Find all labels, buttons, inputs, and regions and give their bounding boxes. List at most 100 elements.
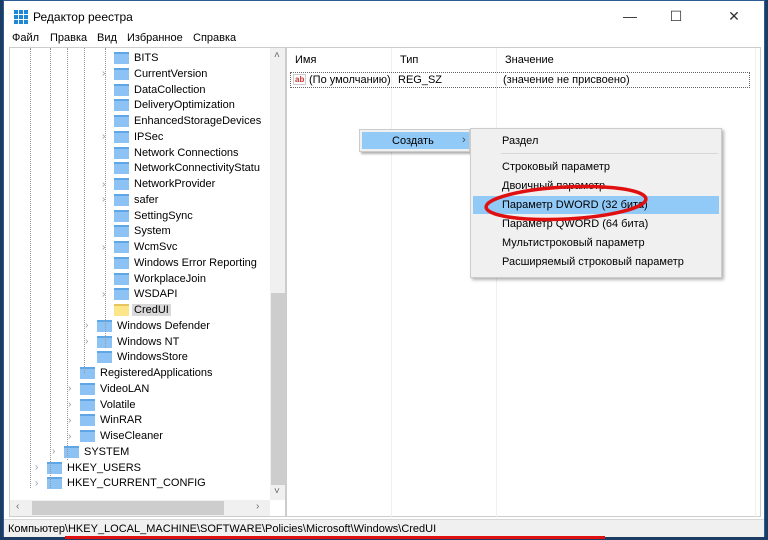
expand-chevron-icon[interactable]: › <box>68 415 76 426</box>
expand-chevron-icon[interactable]: › <box>68 383 76 394</box>
expand-chevron-icon[interactable]: › <box>85 336 93 347</box>
tree-item-label: safer <box>134 193 159 206</box>
tree-item-label: CurrentVersion <box>134 67 208 80</box>
tree-item[interactable]: WorkplaceJoin <box>114 271 208 287</box>
menu-favorites[interactable]: Избранное <box>127 32 183 44</box>
tree-item[interactable]: Network Connections <box>114 145 241 161</box>
tree-item[interactable]: › VideoLAN <box>68 381 151 397</box>
expand-chevron-icon[interactable]: › <box>102 242 110 253</box>
tree-item[interactable]: EnhancedStorageDevices <box>114 113 263 129</box>
tree-item[interactable]: DeliveryOptimization <box>114 97 237 113</box>
tree-item[interactable]: NetworkConnectivityStatu <box>114 160 262 176</box>
menu-item-create[interactable]: Создать › <box>362 132 469 149</box>
submenu-key[interactable]: Раздел <box>473 132 719 150</box>
expand-chevron-icon[interactable]: › <box>102 68 110 79</box>
close-button[interactable]: ✕ <box>712 5 756 27</box>
folder-icon <box>80 430 95 442</box>
title-bar: Редактор реестра — ☐ ✕ <box>4 1 764 31</box>
tree-item[interactable]: › Windows NT <box>85 334 181 350</box>
value-row-default[interactable]: ab (По умолчанию) REG_SZ (значение не пр… <box>290 72 750 88</box>
column-type[interactable]: Тип <box>400 54 418 66</box>
tree-item[interactable]: › Windows Defender <box>85 318 212 334</box>
maximize-button[interactable]: ☐ <box>654 5 698 27</box>
folder-icon <box>114 193 129 206</box>
scroll-up-icon[interactable]: ˄ <box>274 50 280 61</box>
annotation-red-underline <box>65 536 605 539</box>
tree-item[interactable]: › WSDAPI <box>102 286 179 302</box>
submenu-string-value[interactable]: Строковый параметр <box>473 158 719 176</box>
scroll-right-icon[interactable]: › <box>256 501 259 512</box>
tree-item-label: HKEY_CURRENT_CONFIG <box>67 477 206 490</box>
tree-item[interactable]: › IPSec <box>102 129 165 145</box>
expand-chevron-icon[interactable]: › <box>102 179 110 190</box>
tree-item-label: WinRAR <box>100 414 143 427</box>
scroll-left-icon[interactable]: ‹ <box>16 501 19 512</box>
registry-tree[interactable]: › HKEY_CURRENT_CONFIG › HKEY_USERS › SYSTEM › W… <box>9 47 286 517</box>
folder-icon <box>114 304 129 316</box>
tree-item-label: VideoLAN <box>100 382 150 395</box>
folder-icon <box>114 115 129 127</box>
expand-chevron-icon[interactable]: › <box>102 131 110 142</box>
tree-item-label: RegisteredApplications <box>100 367 213 379</box>
hscroll-thumb[interactable] <box>32 501 224 515</box>
tree-item[interactable]: WindowsStore <box>97 349 190 365</box>
tree-item[interactable]: SettingSync <box>114 208 195 224</box>
tree-vertical-scrollbar[interactable]: ˄ ˅ <box>270 48 285 500</box>
expand-chevron-icon[interactable]: › <box>102 289 110 300</box>
tree-item-label: Volatile <box>100 398 136 411</box>
tree-horizontal-scrollbar[interactable]: ‹ › <box>10 500 270 516</box>
tree-item[interactable]: › safer <box>102 192 160 208</box>
minimize-button[interactable]: — <box>608 5 652 27</box>
expand-chevron-icon[interactable]: › <box>68 399 76 410</box>
expand-chevron-icon[interactable]: › <box>35 478 43 489</box>
tree-item[interactable]: › CurrentVersion <box>102 66 209 82</box>
expand-chevron-icon[interactable]: › <box>102 194 110 205</box>
expand-chevron-icon[interactable]: › <box>52 446 60 457</box>
folder-icon <box>114 130 129 143</box>
tree-item[interactable]: Windows Error Reporting <box>114 255 259 271</box>
expand-chevron-icon[interactable]: › <box>35 462 43 473</box>
tree-item[interactable]: DataCollection <box>114 82 208 98</box>
tree-item[interactable]: › WcmSvc <box>102 239 179 255</box>
tree-item-label: WindowsStore <box>117 351 188 364</box>
tree-item-label: System <box>134 225 171 238</box>
folder-icon <box>114 67 129 80</box>
tree-item[interactable]: CredUI <box>114 302 171 318</box>
folder-icon <box>114 83 129 96</box>
submenu-expandable-string-value[interactable]: Расширяемый строковый параметр <box>473 253 719 271</box>
regedit-icon <box>14 10 28 24</box>
menu-bar: Файл Правка Вид Избранное Справка <box>4 31 764 47</box>
folder-icon <box>114 225 129 238</box>
scroll-thumb[interactable] <box>271 293 285 485</box>
tree-item[interactable]: › HKEY_USERS <box>35 460 143 476</box>
folder-icon <box>80 398 95 411</box>
tree-item[interactable]: RegisteredApplications <box>80 365 215 381</box>
tree-item[interactable]: BITS <box>114 50 160 66</box>
tree-item[interactable]: › WinRAR <box>68 412 144 428</box>
value-data: (значение не присвоено) <box>503 74 630 86</box>
tree-item-label: BITS <box>134 52 159 64</box>
expand-chevron-icon[interactable]: › <box>68 431 76 442</box>
status-bar-path: Компьютер\HKEY_LOCAL_MACHINE\SOFTWARE\Po… <box>4 519 764 537</box>
submenu-multistring-value[interactable]: Мультистроковый параметр <box>473 234 719 252</box>
expand-chevron-icon[interactable]: › <box>85 320 93 331</box>
column-name[interactable]: Имя <box>295 54 316 66</box>
folder-icon <box>114 288 129 301</box>
tree-item[interactable]: › WiseCleaner <box>68 428 165 444</box>
column-value[interactable]: Значение <box>505 54 554 66</box>
folder-icon <box>114 256 129 269</box>
tree-item[interactable]: › SYSTEM <box>52 444 131 460</box>
tree-item-label: NetworkProvider <box>134 178 216 190</box>
tree-item[interactable]: System <box>114 223 173 239</box>
tree-item[interactable]: › HKEY_CURRENT_CONFIG <box>35 475 208 491</box>
menu-file[interactable]: Файл <box>12 32 39 44</box>
tree-item[interactable]: › NetworkProvider <box>102 176 217 192</box>
scroll-down-icon[interactable]: ˅ <box>274 486 280 497</box>
menu-help[interactable]: Справка <box>193 32 236 44</box>
tree-item-label: WorkplaceJoin <box>134 272 206 285</box>
chevron-right-icon: › <box>462 134 466 146</box>
tree-item[interactable]: › Volatile <box>68 397 137 413</box>
menu-edit[interactable]: Правка <box>50 32 87 44</box>
values-pane[interactable]: Имя Тип Значение ab (По умолчанию) REG_S… <box>286 47 761 518</box>
menu-view[interactable]: Вид <box>97 32 117 44</box>
